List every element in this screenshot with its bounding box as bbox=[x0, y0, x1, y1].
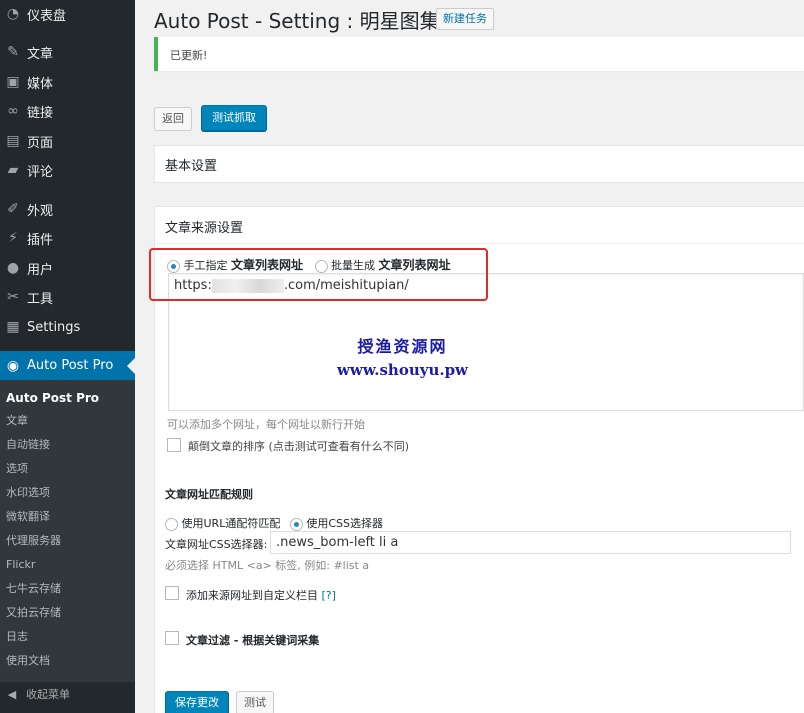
radio-url-wildcard[interactable] bbox=[165, 517, 178, 531]
custom-field-help-link[interactable]: [?] bbox=[322, 589, 336, 602]
test-fetch-button[interactable]: 测试抓取 bbox=[201, 105, 267, 131]
sidebar-item-tools[interactable]: ✂ 工具 bbox=[0, 283, 135, 311]
watermark-line1: 授渔资源网 bbox=[357, 337, 448, 356]
submenu-item-flickr[interactable]: Flickr bbox=[6, 555, 35, 575]
submenu-item-qiniu[interactable]: 七牛云存储 bbox=[6, 579, 61, 599]
basic-settings-box[interactable]: 基本设置 bbox=[154, 145, 804, 183]
sidebar-item-posts[interactable]: ✎ 文章 bbox=[0, 38, 135, 66]
sidebar-item-label: 插件 bbox=[27, 232, 54, 248]
submenu-item-docs[interactable]: 使用文档 bbox=[6, 651, 50, 671]
selector-label: 文章网址CSS选择器: bbox=[165, 538, 268, 551]
dashboard-icon: ◔ bbox=[6, 6, 20, 22]
sidebar-item-comments[interactable]: ▰ 评论 bbox=[0, 156, 135, 184]
radio-url-label: 使用URL通配符匹配 bbox=[181, 517, 281, 530]
submenu-item-proxy[interactable]: 代理服务器 bbox=[6, 531, 61, 551]
sidebar-item-label: 媒体 bbox=[27, 76, 54, 92]
sidebar-item-label: 仪表盘 bbox=[27, 8, 67, 24]
link-icon: ∞ bbox=[7, 103, 19, 119]
submenu-item-logs[interactable]: 日志 bbox=[6, 627, 28, 647]
sidebar-item-appearance[interactable]: ✐ 外观 bbox=[0, 195, 135, 223]
source-settings-title: 文章来源设置 bbox=[165, 221, 244, 236]
admin-sidebar: ◔ 仪表盘 ✎ 文章 ▣ 媒体 ∞ 链接 ▤ 页面 ▰ 评论 ✐ 外观 ⚡ 插件 ● 用户 ✂ 工具… bbox=[0, 0, 135, 713]
collapse-label: 收起菜单 bbox=[26, 688, 70, 701]
sidebar-item-label: Settings bbox=[27, 319, 81, 335]
wrench-icon: ✂ bbox=[7, 289, 19, 305]
match-radio-group: 使用URL通配符匹配 使用CSS选择器 bbox=[165, 515, 383, 531]
radio-css-selector[interactable] bbox=[289, 517, 303, 531]
page-title: Auto Post - Setting : 明星图集 bbox=[154, 9, 440, 33]
submenu-item-autolink[interactable]: 自动链接 bbox=[6, 435, 50, 455]
reverse-order-checkbox[interactable] bbox=[167, 438, 181, 452]
highlight-box bbox=[149, 248, 488, 301]
submenu-item-options[interactable]: 选项 bbox=[6, 459, 28, 479]
page-icon: ▤ bbox=[6, 133, 20, 149]
autopost-icon: ◉ bbox=[6, 357, 20, 374]
sidebar-submenu: Auto Post Pro 文章 自动链接 选项 水印选项 微软翻译 代理服务器… bbox=[0, 380, 135, 682]
watermark-text: 授渔资源网 www.shouyu.pw bbox=[330, 333, 475, 379]
sidebar-item-label: 外观 bbox=[27, 203, 54, 219]
section-divider bbox=[155, 243, 804, 244]
brush-icon: ✐ bbox=[7, 201, 19, 217]
submenu-item-watermark[interactable]: 水印选项 bbox=[6, 483, 50, 503]
plugin-icon: ⚡ bbox=[8, 230, 18, 246]
watermark-line2: www.shouyu.pw bbox=[337, 361, 468, 379]
filter-checkbox[interactable] bbox=[165, 631, 179, 645]
sidebar-item-label: 工具 bbox=[27, 291, 54, 307]
settings-icon: ▦ bbox=[6, 319, 20, 335]
sidebar-item-label: 文章 bbox=[27, 46, 54, 62]
comment-icon: ▰ bbox=[7, 162, 19, 178]
submenu-item-auto-post-pro[interactable]: Auto Post Pro bbox=[6, 388, 99, 408]
sidebar-item-dashboard[interactable]: ◔ 仪表盘 bbox=[0, 0, 135, 28]
submenu-item-translate[interactable]: 微软翻译 bbox=[6, 507, 50, 527]
sidebar-item-auto-post-pro[interactable]: ◉ Auto Post Pro bbox=[0, 351, 135, 380]
sidebar-item-label: 评论 bbox=[27, 164, 54, 180]
sidebar-item-label: 链接 bbox=[27, 105, 54, 121]
collapse-menu-button[interactable]: ◀ 收起菜单 bbox=[0, 682, 135, 706]
radio-css-label: 使用CSS选择器 bbox=[306, 517, 383, 530]
reverse-order-label: 颠倒文章的排序 (点击测试可查看有什么不同) bbox=[188, 440, 410, 453]
filter-label: 文章过滤 - 根据关键词采集 bbox=[186, 634, 320, 647]
sidebar-item-settings[interactable]: ▦ Settings bbox=[0, 313, 135, 341]
match-rules-title: 文章网址匹配规则 bbox=[165, 488, 253, 501]
new-task-button[interactable]: 新建任务 bbox=[436, 8, 494, 30]
submenu-item-posts[interactable]: 文章 bbox=[6, 411, 28, 431]
selector-hint: 必须选择 HTML <a> 标签, 例如: #list a bbox=[165, 559, 370, 572]
url-hint: 可以添加多个网址，每个网址以新行开始 bbox=[167, 418, 365, 431]
custom-field-checkbox[interactable] bbox=[165, 586, 179, 600]
sidebar-item-media[interactable]: ▣ 媒体 bbox=[0, 68, 135, 96]
basic-settings-title: 基本设置 bbox=[165, 159, 218, 174]
notice-text: 已更新! bbox=[170, 49, 208, 62]
sidebar-item-users[interactable]: ● 用户 bbox=[0, 254, 135, 282]
sidebar-item-label: Auto Post Pro bbox=[27, 358, 114, 373]
sidebar-item-plugins[interactable]: ⚡ 插件 bbox=[0, 224, 135, 252]
sidebar-item-label: 页面 bbox=[27, 135, 54, 151]
submenu-item-upyun[interactable]: 又拍云存储 bbox=[6, 603, 61, 623]
custom-field-row: 添加来源网址到自定义栏目 [?] bbox=[186, 587, 336, 603]
update-notice: 已更新! bbox=[154, 37, 804, 71]
save-changes-button[interactable]: 保存更改 bbox=[165, 691, 229, 713]
sidebar-item-pages[interactable]: ▤ 页面 bbox=[0, 127, 135, 155]
pin-icon: ✎ bbox=[7, 44, 19, 60]
test-button[interactable]: 测试 bbox=[236, 691, 274, 713]
user-icon: ● bbox=[6, 260, 20, 276]
back-button[interactable]: 返回 bbox=[154, 107, 192, 131]
media-icon: ▣ bbox=[6, 74, 20, 90]
sidebar-item-links[interactable]: ∞ 链接 bbox=[0, 97, 135, 125]
collapse-icon: ◀ bbox=[7, 687, 17, 701]
sidebar-item-label: 用户 bbox=[27, 262, 54, 278]
custom-field-label: 添加来源网址到自定义栏目 bbox=[186, 589, 318, 602]
css-selector-input[interactable]: .news_bom-left li a bbox=[270, 531, 791, 554]
